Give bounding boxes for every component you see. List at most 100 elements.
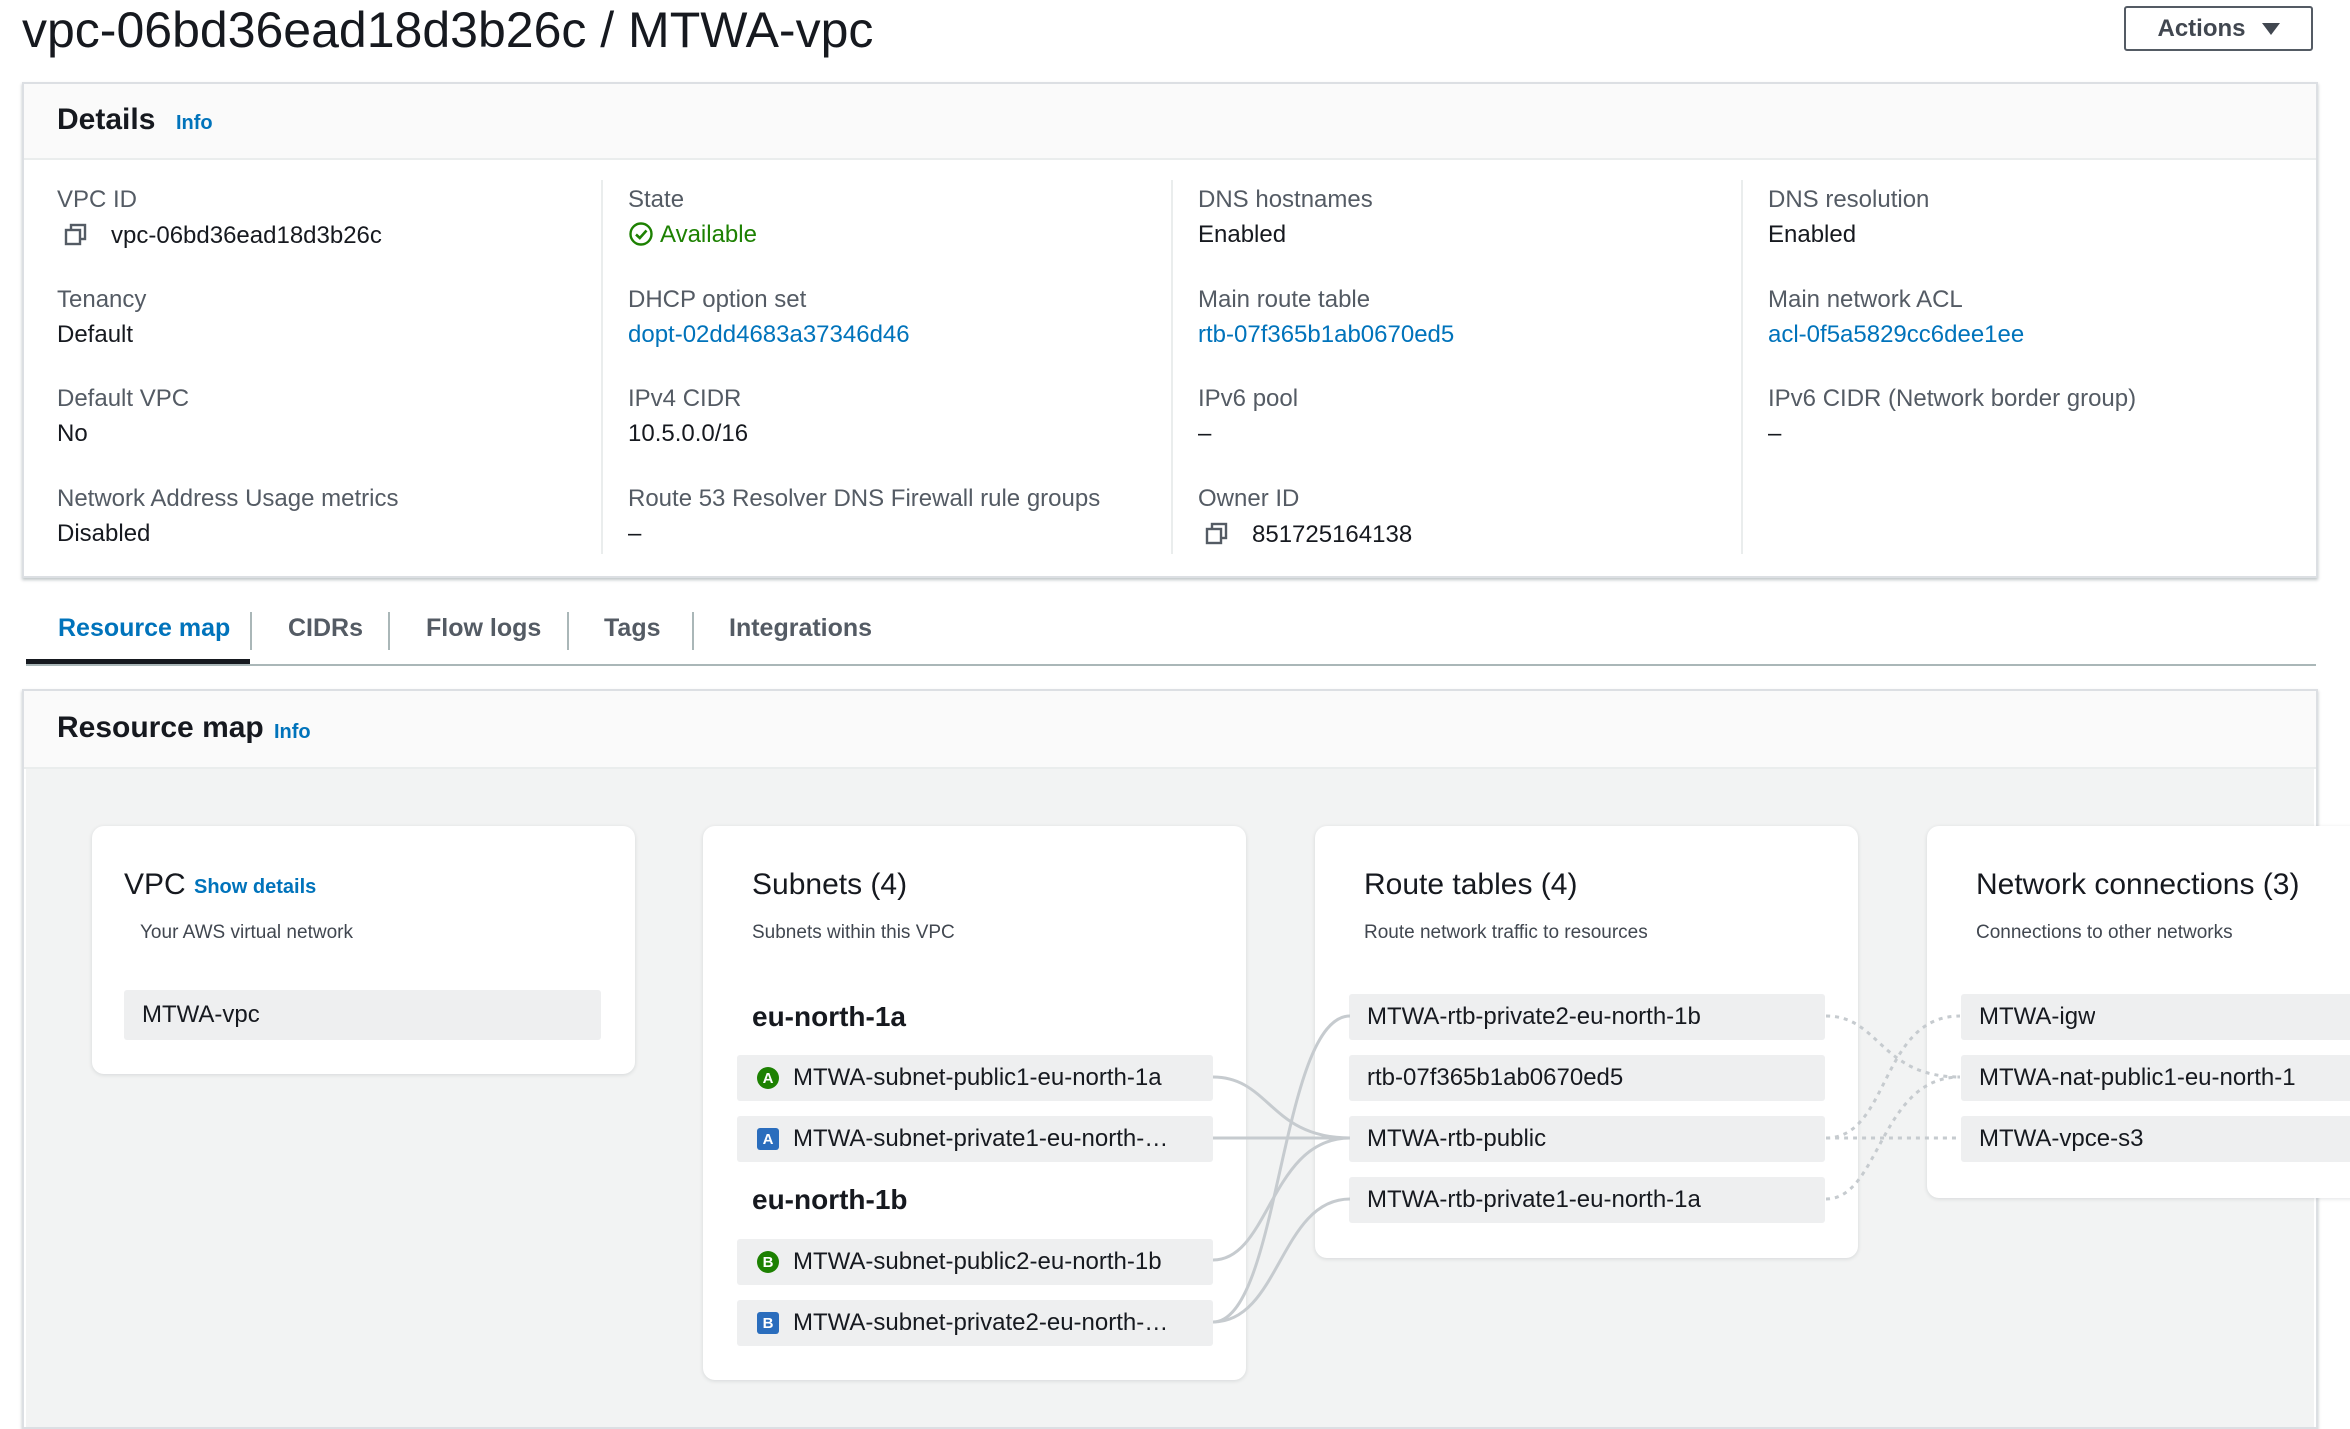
details-title: Details (57, 103, 156, 136)
ipv4-cidr-label: IPv4 CIDR (628, 385, 742, 412)
network-connection-item[interactable]: MTWA-nat-public1-eu-north-1 (1961, 1055, 2350, 1101)
ipv6-cidr-network-border-group-value: – (1768, 420, 1782, 447)
subnet-item[interactable]: A MTWA-subnet-private1-eu-north-… (737, 1116, 1213, 1162)
show-details-link[interactable]: Show details (194, 876, 316, 899)
tab-baseline (26, 664, 2316, 666)
public-subnet-badge-icon: A (757, 1067, 779, 1089)
route-table-item-label: MTWA-rtb-private1-eu-north-1a (1367, 1186, 1701, 1213)
subnet-item[interactable]: B MTWA-subnet-private2-eu-north-… (737, 1300, 1213, 1346)
network-connections-card: Network connections (3) Connections to o… (1927, 826, 2350, 1198)
private-subnet-badge-icon: B (757, 1312, 779, 1334)
ipv6-cidr-network-border-group-label: IPv6 CIDR (Network border group) (1768, 385, 2137, 412)
details-panel: Details Info VPC ID vpc-06bd36ead18d3b26c… (22, 82, 2318, 578)
route-53-resolver-dns-firewall-rule-grou-value: – (628, 520, 642, 547)
vpc-item-label: MTWA-vpc (142, 1001, 260, 1028)
resource-map-title: Resource map (57, 711, 264, 744)
actions-label: Actions (2157, 14, 2246, 42)
network-connections-card-title: Network connections (3) (1976, 868, 2300, 901)
subnet-item-label: MTWA-subnet-private2-eu-north-… (793, 1309, 1169, 1336)
resource-map-header: Resource map Info (24, 691, 2316, 769)
subnet-item[interactable]: B MTWA-subnet-public2-eu-north-1b (737, 1239, 1213, 1285)
route-table-item[interactable]: MTWA-rtb-public (1349, 1116, 1825, 1162)
dhcp-option-set-label: DHCP option set (628, 286, 807, 313)
vpc-id-value: vpc-06bd36ead18d3b26c (111, 222, 382, 249)
route-table-item-label: MTWA-rtb-private2-eu-north-1b (1367, 1003, 1701, 1030)
main-network-acl-link[interactable]: acl-0f5a5829cc6dee1ee (1768, 321, 2024, 349)
availability-zone-title: eu-north-1b (752, 1184, 908, 1215)
state-status: Available (628, 221, 757, 249)
tenancy-value: Default (57, 321, 134, 348)
route-tables-card-subtitle: Route network traffic to resources (1364, 922, 1648, 943)
network-address-usage-metrics-label: Network Address Usage metrics (57, 485, 399, 512)
vpc-card: VPC Show details Your AWS virtual networ… (92, 826, 635, 1074)
subnet-item-label: MTWA-subnet-private1-eu-north-… (793, 1125, 1169, 1152)
actions-button[interactable]: Actions (2124, 6, 2313, 51)
private-subnet-badge-icon: A (757, 1128, 779, 1150)
route-tables-card-title: Route tables (4) (1364, 868, 1578, 901)
details-info-link[interactable]: Info (176, 112, 213, 135)
subnets-card-subtitle: Subnets within this VPC (752, 922, 955, 943)
availability-zone-title: eu-north-1a (752, 1001, 906, 1032)
route-table-item[interactable]: rtb-07f365b1ab0670ed5 (1349, 1055, 1825, 1101)
subnets-card: Subnets (4) Subnets within this VPC eu-n… (703, 826, 1246, 1380)
column-divider (1171, 180, 1173, 554)
tab-resource-map[interactable]: Resource map (58, 614, 230, 643)
dhcp-option-set-link[interactable]: dopt-02dd4683a37346d46 (628, 321, 910, 349)
status-check-icon (629, 222, 653, 246)
tab-tags[interactable]: Tags (604, 614, 661, 643)
network-connection-item-label: MTWA-igw (1979, 1003, 2096, 1030)
subnet-item-label: MTWA-subnet-public2-eu-north-1b (793, 1248, 1162, 1275)
vpc-item[interactable]: MTWA-vpc (124, 990, 601, 1040)
vpc-id-label: VPC ID (57, 186, 138, 213)
resource-map-info-link[interactable]: Info (274, 721, 311, 744)
page-title: vpc-06bd36ead18d3b26c / MTWA-vpc (22, 2, 874, 58)
default-vpc-value: No (57, 420, 88, 447)
tab-separator (567, 612, 569, 650)
vpc-card-subtitle: Your AWS virtual network (140, 922, 353, 943)
tab-separator (250, 612, 252, 650)
state-value: Available (660, 221, 757, 248)
route-tables-card: Route tables (4) Route network traffic t… (1315, 826, 1858, 1258)
subnets-card-title: Subnets (4) (752, 868, 908, 901)
tab-flow-logs[interactable]: Flow logs (426, 614, 541, 643)
tab-separator (388, 612, 390, 650)
dns-resolution-value: Enabled (1768, 221, 1857, 248)
network-connection-item-label: MTWA-vpce-s3 (1979, 1125, 2144, 1152)
main-route-table-link[interactable]: rtb-07f365b1ab0670ed5 (1198, 321, 1454, 349)
vpc-card-title: VPC (124, 868, 186, 901)
column-divider (1741, 180, 1743, 554)
owner-id-label: Owner ID (1198, 485, 1300, 512)
dns-hostnames-value: Enabled (1198, 221, 1287, 248)
subnet-item-label: MTWA-subnet-public1-eu-north-1a (793, 1064, 1162, 1091)
tab-cidrs[interactable]: CIDRs (288, 614, 363, 643)
details-header: Details Info (24, 84, 2316, 160)
route-table-item-label: rtb-07f365b1ab0670ed5 (1367, 1064, 1624, 1091)
main-network-acl-label: Main network ACL (1768, 286, 1963, 313)
main-route-table-label: Main route table (1198, 286, 1371, 313)
dns-hostnames-label: DNS hostnames (1198, 186, 1373, 213)
tab-separator (692, 612, 694, 650)
ipv6-pool-label: IPv6 pool (1198, 385, 1299, 412)
network-connection-item-label: MTWA-nat-public1-eu-north-1 (1979, 1064, 2296, 1091)
public-subnet-badge-icon: B (757, 1251, 779, 1273)
network-connections-card-subtitle: Connections to other networks (1976, 922, 2233, 943)
network-connection-item[interactable]: MTWA-vpce-s3 (1961, 1116, 2350, 1162)
ipv6-pool-value: – (1198, 420, 1212, 447)
copy-icon[interactable] (1204, 521, 1230, 547)
network-connection-item[interactable]: MTWA-igw (1961, 994, 2350, 1040)
route-table-item[interactable]: MTWA-rtb-private1-eu-north-1a (1349, 1177, 1825, 1223)
state-label: State (628, 186, 685, 213)
tenancy-label: Tenancy (57, 286, 147, 313)
dns-resolution-label: DNS resolution (1768, 186, 1930, 213)
route-table-item-label: MTWA-rtb-public (1367, 1125, 1547, 1152)
column-divider (601, 180, 603, 554)
subnet-item[interactable]: A MTWA-subnet-public1-eu-north-1a (737, 1055, 1213, 1101)
caret-down-icon (2261, 22, 2280, 35)
ipv4-cidr-value: 10.5.0.0/16 (628, 420, 749, 447)
default-vpc-label: Default VPC (57, 385, 190, 412)
route-table-item[interactable]: MTWA-rtb-private2-eu-north-1b (1349, 994, 1825, 1040)
route-53-resolver-dns-firewall-rule-grou-label: Route 53 Resolver DNS Firewall rule grou… (628, 485, 1101, 512)
tab-integrations[interactable]: Integrations (729, 614, 872, 643)
owner-id-value: 851725164138 (1252, 521, 1413, 548)
copy-icon[interactable] (63, 222, 89, 248)
